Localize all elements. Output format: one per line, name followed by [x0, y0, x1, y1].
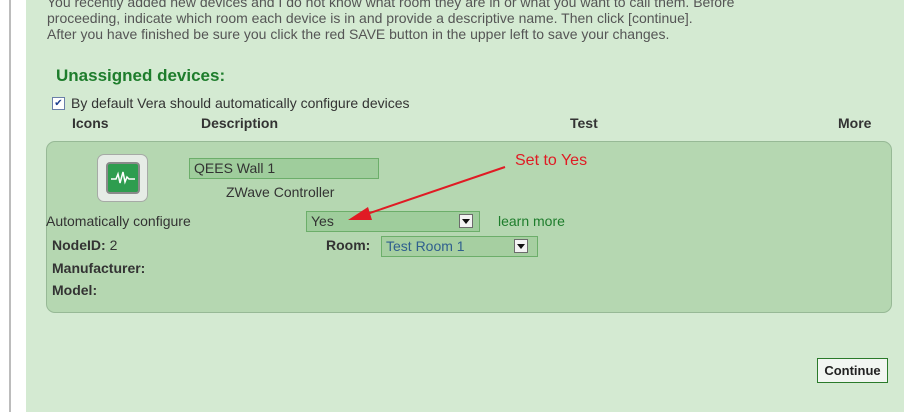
annotation-arrow	[348, 166, 506, 220]
continue-button[interactable]: Continue	[817, 358, 888, 383]
